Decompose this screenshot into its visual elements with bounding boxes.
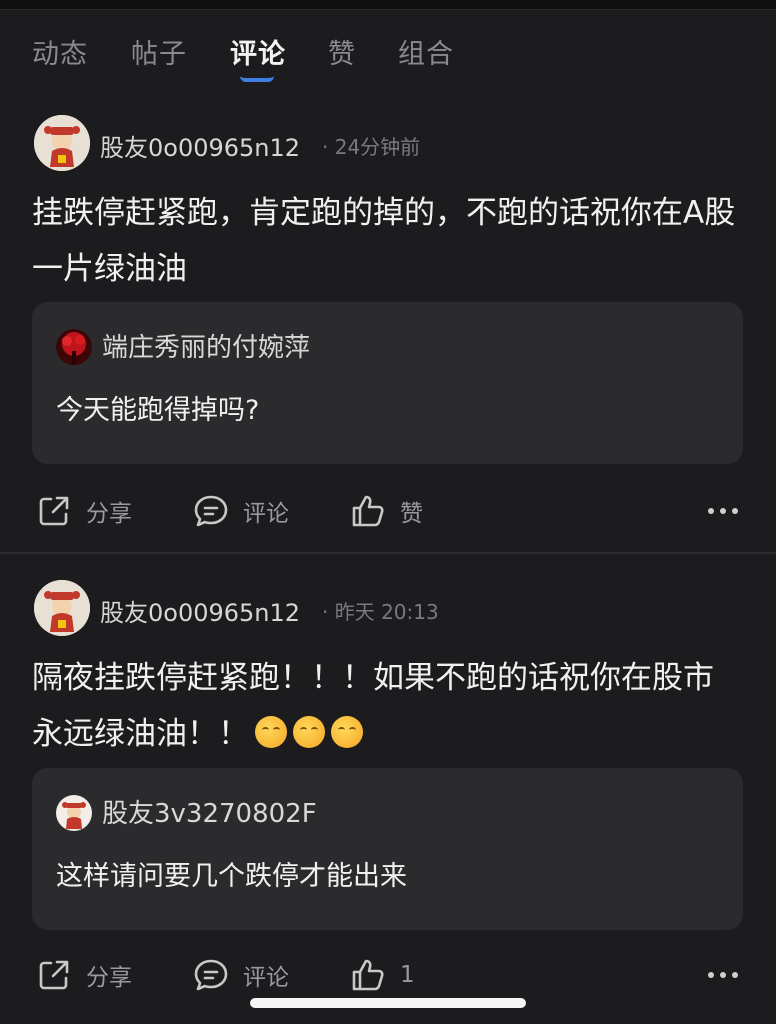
like-count: 1 [400, 962, 415, 988]
tab-likes[interactable]: 赞 [328, 32, 356, 71]
fortune-god-avatar-icon [34, 115, 90, 171]
quoted-post[interactable]: 端庄秀丽的付婉萍 今天能跑得掉吗? [32, 302, 743, 464]
comment-author[interactable]: 股友0o00965n12 [100, 128, 300, 163]
tab-comments[interactable]: 评论 [230, 32, 286, 71]
quoted-text: 今天能跑得掉吗? [56, 395, 260, 426]
active-tab-indicator [240, 76, 274, 82]
comment-body: 隔夜挂跌停赶紧跑！！！如果不跑的话祝你在股市永远绿油油！！ [32, 660, 714, 752]
comment-body: 挂跌停赶紧跑，肯定跑的掉的，不跑的话祝你在A股一片绿油油 [32, 195, 736, 287]
comment-time: · 昨天 20:13 [322, 600, 439, 624]
quoted-post[interactable]: 股友3v3270802F 这样请问要几个跌停才能出来 [32, 768, 743, 930]
laughing-face-icon [255, 716, 287, 748]
profile-tabs: 动态 帖子 评论 赞 组合 [0, 20, 776, 90]
quoted-author-avatar [56, 795, 92, 831]
more-options-icon[interactable] [706, 496, 740, 526]
laughing-face-icon [331, 716, 363, 748]
home-indicator[interactable] [250, 998, 526, 1008]
quoted-author-name[interactable]: 股友3v3270802F [102, 793, 317, 830]
quoted-author-avatar [56, 329, 92, 365]
fortune-god-avatar-icon [34, 580, 90, 636]
avatar[interactable] [34, 115, 90, 171]
comment-bubble-icon [194, 959, 228, 991]
status-bar-strip [0, 0, 776, 10]
thumbs-up-icon [352, 959, 384, 991]
comment-time: · 24分钟前 [322, 135, 421, 159]
comment-bubble-icon [194, 495, 228, 527]
avatar[interactable] [34, 580, 90, 636]
like-button[interactable]: 1 [350, 950, 415, 1000]
comment-actions: 分享 评论 1 [0, 950, 776, 1000]
comment-button[interactable]: 评论 [193, 950, 289, 1000]
comment-button[interactable]: 评论 [193, 486, 289, 536]
thumbs-up-icon [352, 495, 384, 527]
tab-dynamic[interactable]: 动态 [32, 32, 88, 71]
fortune-god-avatar-icon [56, 795, 92, 831]
like-button[interactable]: 赞 [350, 486, 423, 536]
tab-portfolio[interactable]: 组合 [398, 32, 454, 71]
share-icon [39, 496, 69, 526]
tab-posts[interactable]: 帖子 [131, 32, 187, 71]
red-tree-avatar-icon [56, 329, 92, 365]
quoted-author-name[interactable]: 端庄秀丽的付婉萍 [102, 327, 310, 364]
divider [0, 552, 776, 554]
comment-author[interactable]: 股友0o00965n12 [100, 593, 300, 628]
share-button[interactable]: 分享 [36, 486, 132, 536]
laughing-face-icon [293, 716, 325, 748]
share-button[interactable]: 分享 [36, 950, 132, 1000]
more-options-icon[interactable] [706, 960, 740, 990]
quoted-text: 这样请问要几个跌停才能出来 [56, 861, 407, 892]
share-icon [39, 960, 69, 990]
comment-actions: 分享 评论 赞 [0, 486, 776, 536]
